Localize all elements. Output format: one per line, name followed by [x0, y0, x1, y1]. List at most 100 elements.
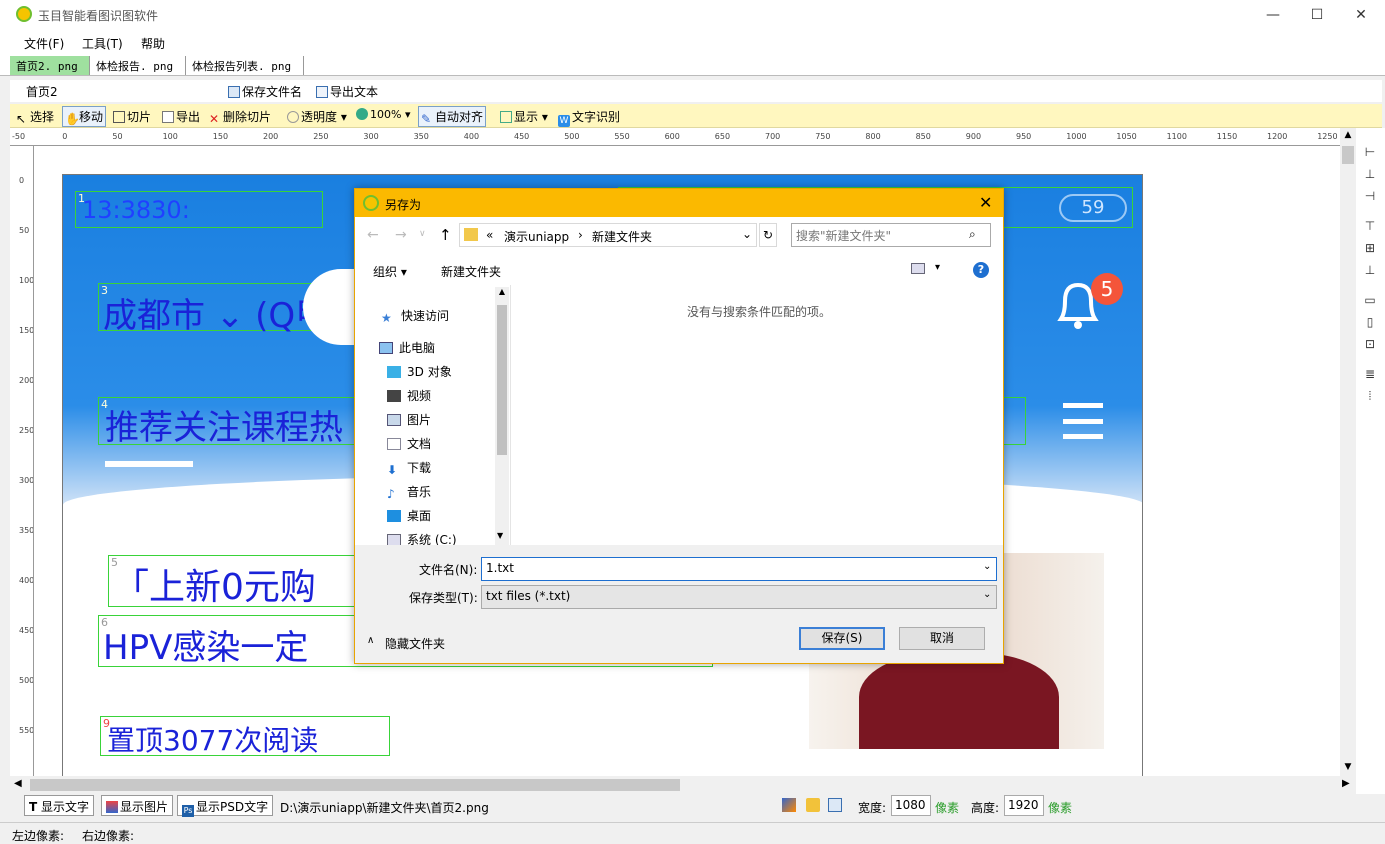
height-unit: 像素	[1048, 801, 1073, 815]
show-image-button[interactable]: 显示图片	[101, 795, 174, 816]
slice-tool[interactable]: 切片	[113, 108, 151, 125]
align-left-icon[interactable]: ⊢	[1362, 144, 1378, 160]
menu-help[interactable]: 帮助	[141, 35, 165, 52]
ruler-h-tick: -50	[12, 132, 26, 141]
brush-icon[interactable]	[782, 798, 796, 812]
show-text-button[interactable]: T 显示文字	[24, 795, 95, 816]
save-icon[interactable]	[828, 798, 842, 812]
file-list[interactable]: 没有与搜索条件匹配的项。	[512, 285, 1003, 545]
back-icon[interactable]: ←	[367, 227, 379, 243]
view-dropdown-icon[interactable]: ▾	[935, 262, 940, 273]
forward-icon[interactable]: →	[395, 227, 407, 243]
save-as-dialog: 另存为 ✕ ← → ∨ ↑ « 演示uniapp › 新建文件夹 ⌄ ↻ 搜索"…	[354, 188, 1004, 664]
hide-folders-toggle[interactable]: 隐藏文件夹	[385, 635, 445, 652]
export-text-button[interactable]: 导出文本	[316, 83, 378, 100]
tab-report-list[interactable]: 体检报告列表. png	[186, 56, 304, 75]
scroll-h-thumb[interactable]	[30, 779, 680, 791]
breadcrumb-root[interactable]: 演示uniapp	[504, 228, 569, 245]
zoom-dropdown[interactable]: 100% ▾	[356, 108, 410, 121]
same-height-icon[interactable]: ▯	[1362, 314, 1378, 330]
scroll-up-icon[interactable]: ▲	[1342, 130, 1354, 140]
nav-scrollbar[interactable]: ▲ ▼	[495, 287, 509, 545]
align-bottom-icon[interactable]: ⊥	[1362, 262, 1378, 278]
nav-pictures[interactable]: 图片	[387, 411, 431, 428]
view-icon[interactable]	[911, 263, 925, 274]
nav-downloads[interactable]: ⬇ 下载	[387, 459, 431, 477]
help-icon[interactable]: ?	[973, 262, 989, 278]
scroll-right-icon[interactable]: ▶	[1342, 778, 1350, 789]
maximize-button[interactable]: ☐	[1302, 4, 1332, 26]
folder-icon[interactable]	[806, 798, 820, 812]
export-button[interactable]: 导出	[162, 108, 200, 125]
nav-music[interactable]: ♪ 音乐	[387, 483, 431, 501]
auto-align-toggle[interactable]: ✎ 自动对齐	[418, 106, 487, 127]
nav-this-pc[interactable]: 此电脑	[379, 339, 435, 356]
ocr-button[interactable]: W 文字识别	[558, 108, 620, 127]
slice-9[interactable]: 9 置顶3077次阅读	[100, 716, 390, 757]
scroll-down-icon[interactable]: ▼	[1342, 762, 1354, 772]
ruler-h-tick: 950	[1016, 132, 1032, 141]
filetype-select[interactable]: txt files (*.txt)	[481, 585, 997, 609]
slice-1[interactable]: 1 13:3830:	[75, 191, 323, 228]
floppy-icon	[316, 86, 328, 98]
close-button[interactable]: ✕	[1346, 4, 1376, 26]
nav-videos[interactable]: 视频	[387, 387, 431, 404]
ruler-h-tick: 150	[212, 132, 229, 141]
cancel-button[interactable]: 取消	[899, 627, 985, 650]
nav-3d-objects[interactable]: 3D 对象	[387, 363, 452, 380]
display-dropdown[interactable]: 显示 ▾	[500, 108, 548, 125]
nav-scroll-thumb[interactable]	[497, 305, 507, 455]
nav-desktop[interactable]: 桌面	[387, 507, 431, 524]
select-tool[interactable]: ↖ 选择	[16, 108, 54, 126]
battery-icon: 59	[1059, 194, 1127, 222]
horizontal-scrollbar[interactable]: ◀ ▶	[10, 776, 1356, 794]
nav-documents[interactable]: 文档	[387, 435, 431, 452]
address-dropdown-icon[interactable]: ⌄	[742, 227, 752, 241]
slice-3[interactable]: 3 成都市 ⌄ (Q甲⺮	[98, 283, 363, 336]
menu-tools[interactable]: 工具(T)	[82, 35, 123, 52]
move-tool[interactable]: ✋移动	[62, 106, 107, 127]
slice-5[interactable]: 5 「上新0元购	[108, 555, 358, 608]
minimize-button[interactable]: —	[1258, 4, 1288, 26]
align-right-icon[interactable]: ⊣	[1362, 188, 1378, 204]
same-size-icon[interactable]: ⊡	[1362, 336, 1378, 352]
delete-icon: ✕	[209, 112, 220, 126]
title-bar: 玉目智能看图识图软件 — ☐ ✕	[0, 0, 1385, 30]
navigation-pane: ★ 快速访问 此电脑 3D 对象 视频 图片 文档 ⬇ 下载 ♪ 音乐 桌面 系统 (…	[355, 285, 511, 547]
grid-icon	[500, 111, 512, 123]
filename-dropdown-icon[interactable]: ⌄	[983, 561, 991, 572]
recent-dropdown-icon[interactable]: ∨	[419, 229, 426, 239]
vertical-scrollbar[interactable]: ▲ ▼	[1340, 128, 1356, 776]
up-icon[interactable]: ↑	[439, 226, 452, 244]
new-folder-button[interactable]: 新建文件夹	[441, 263, 501, 280]
filename-input[interactable]: 1.txt	[481, 557, 997, 581]
filetype-dropdown-icon[interactable]: ⌄	[983, 589, 991, 600]
search-input[interactable]: 搜索"新建文件夹"	[791, 223, 991, 247]
nav-quick-access[interactable]: ★ 快速访问	[381, 307, 449, 325]
scroll-thumb[interactable]	[1342, 146, 1354, 164]
tab-home2[interactable]: 首页2. png	[10, 56, 90, 75]
nav-scroll-down-icon[interactable]: ▼	[497, 531, 503, 540]
delete-slice-button[interactable]: ✕ 删除切片	[209, 108, 271, 126]
save-button[interactable]: 保存(S)	[799, 627, 885, 650]
menu-file[interactable]: 文件(F)	[24, 35, 64, 52]
tab-report[interactable]: 体检报告. png	[90, 56, 186, 75]
address-bar[interactable]: « 演示uniapp › 新建文件夹 ⌄	[459, 223, 757, 247]
show-psd-button[interactable]: Ps 显示PSD文字	[177, 795, 274, 817]
refresh-icon[interactable]: ↻	[759, 223, 777, 247]
save-filename-button[interactable]: 保存文件名	[228, 83, 302, 100]
distribute-vertical-icon[interactable]: ≣	[1362, 366, 1378, 382]
dialog-footer: 文件名(N): 1.txt ⌄ 保存类型(T): txt files (*.tx…	[355, 545, 1003, 663]
distribute-horizontal-icon[interactable]: ⦙	[1362, 388, 1378, 404]
width-field[interactable]: 1080	[891, 795, 931, 816]
same-width-icon[interactable]: ▭	[1362, 292, 1378, 308]
organize-dropdown[interactable]: 组织 ▾	[373, 263, 407, 280]
align-middle-icon[interactable]: ⊞	[1362, 240, 1378, 256]
align-center-icon[interactable]: ⊥	[1362, 166, 1378, 182]
dialog-close-button[interactable]: ✕	[979, 193, 992, 212]
align-top-icon[interactable]: ⊤	[1362, 218, 1378, 234]
breadcrumb-folder[interactable]: 新建文件夹	[592, 228, 652, 245]
opacity-dropdown[interactable]: 透明度 ▾	[287, 108, 347, 125]
scroll-left-icon[interactable]: ◀	[14, 778, 22, 789]
height-field[interactable]: 1920	[1004, 795, 1044, 816]
